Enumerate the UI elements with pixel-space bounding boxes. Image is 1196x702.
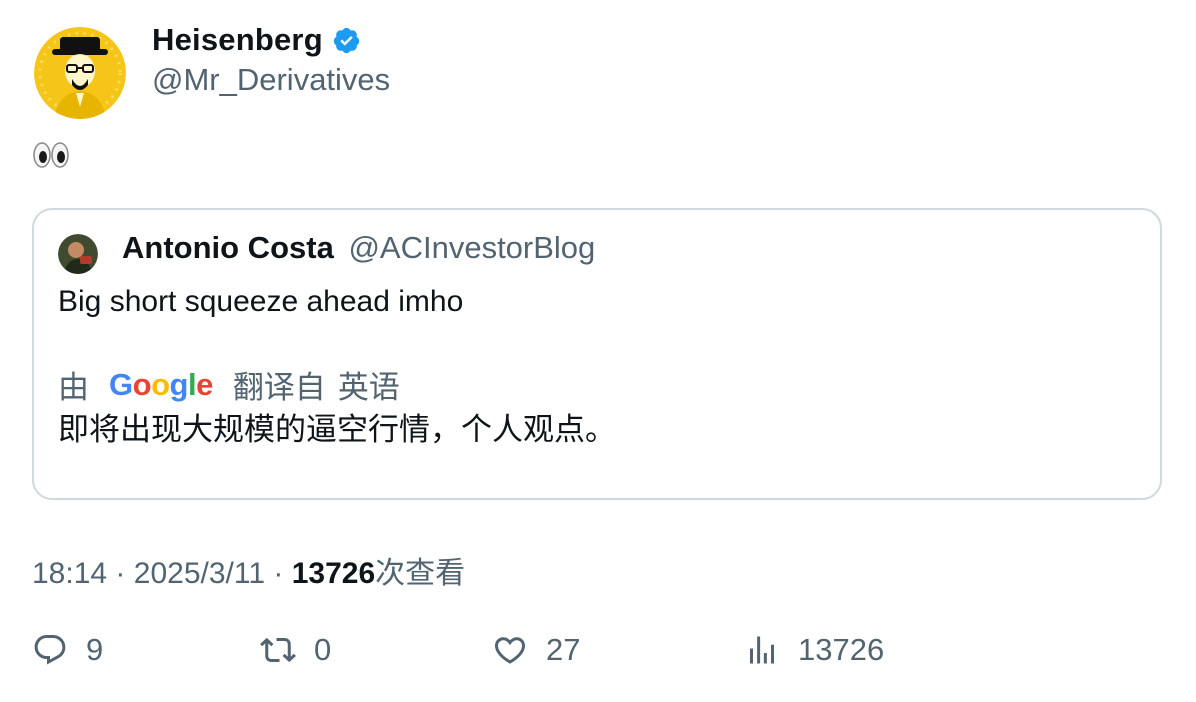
analytics-bar-icon [750,636,774,664]
translation-source-language: 英语 [337,370,400,405]
google-logo-letter: G [109,366,133,402]
author-name-row: Heisenberg [152,22,361,58]
views-label: 次查看 [375,557,466,590]
quoted-author-handle[interactable]: @ACInvestorBlog [348,230,595,265]
quoted-tweet-card[interactable]: Antonio Costa @ACInvestorBlog Big short … [32,208,1162,500]
retweet-icon [260,637,296,663]
tweet-text [32,140,70,181]
reply-icon [34,635,66,665]
author-display-name[interactable]: Heisenberg [152,22,323,58]
tweet-meta: 18:14 · 2025/3/11 · 13726次查看 [32,548,465,592]
translated-text: 即将出现大规模的逼空行情，个人观点。 [58,412,616,447]
quoted-tweet-text: Big short squeeze ahead imho [58,285,464,318]
translation-suffix: 翻译自 [232,370,326,405]
analytics-count: 13726 [798,632,885,667]
quoted-author-name[interactable]: Antonio Costa [122,230,334,265]
google-logo-letter: e [196,366,213,402]
action-bar: 9 0 27 13726 [32,632,1162,682]
quoted-author-header: Antonio Costa @ACInvestorBlog [122,230,595,266]
quoted-author-avatar[interactable] [58,234,98,274]
reply-button[interactable]: 9 [32,632,103,668]
heart-icon [494,637,526,664]
google-logo-letter: g [169,366,189,402]
views-count: 13726 [291,557,376,590]
retweet-count: 0 [314,632,332,667]
google-logo[interactable]: Google [109,367,213,403]
translation-prefix: 由 [58,370,89,405]
verified-badge-icon[interactable] [332,26,361,55]
meta-separator: · [273,557,284,590]
google-logo-letter: o [151,366,170,402]
meta-separator: · [115,557,126,590]
tweet-date[interactable]: 2025/3/11 [134,557,265,590]
translation-attribution: 由 Google 翻译自 英语 [58,362,400,407]
like-button[interactable]: 27 [492,632,580,668]
author-avatar[interactable] [34,27,126,119]
like-count: 27 [546,632,581,667]
eyes-emoji-icon [33,142,69,168]
tweet-time[interactable]: 18:14 [32,557,107,590]
reply-count: 9 [86,632,104,667]
google-logo-letter: o [132,366,152,402]
retweet-button[interactable]: 0 [260,632,331,668]
analytics-button[interactable]: 13726 [744,632,884,668]
author-handle[interactable]: @Mr_Derivatives [152,62,390,98]
google-logo-letter: l [187,366,197,402]
